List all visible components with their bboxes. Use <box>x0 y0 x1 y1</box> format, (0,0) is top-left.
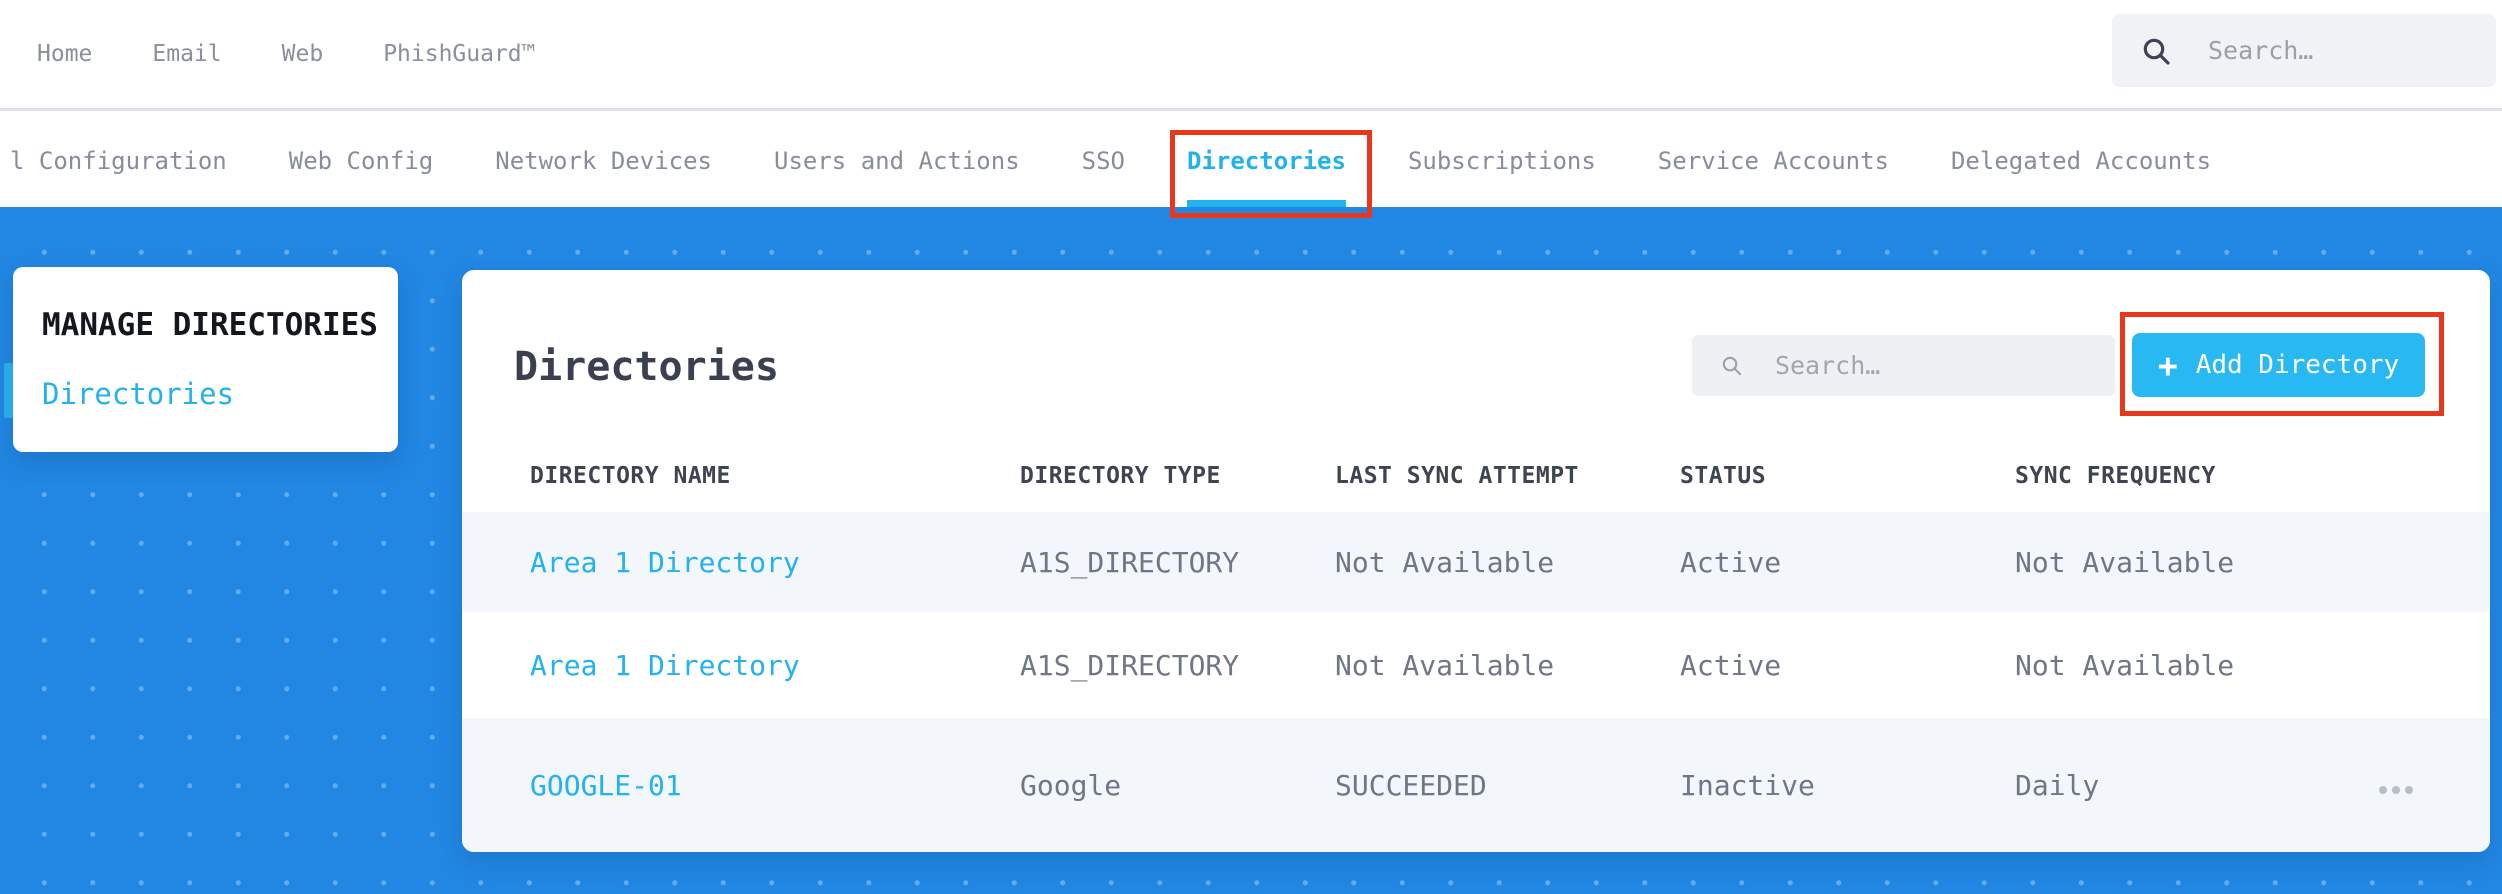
sync-frequency-cell: Not Available <box>2015 545 2235 579</box>
ellipsis-icon <box>2379 786 2387 794</box>
col-header-status: STATUS <box>1680 463 1767 489</box>
top-nav-links: Home Email Web PhishGuard™ <box>37 0 536 108</box>
status-cell: Active <box>1680 545 1782 579</box>
directories-search[interactable] <box>1692 335 2115 396</box>
app-window: Home Email Web PhishGuard™ l Configurati… <box>0 0 2502 894</box>
manage-directories-card: MANAGE DIRECTORIES Directories <box>4 267 398 452</box>
global-search-input[interactable] <box>2208 36 2468 65</box>
directory-name-link[interactable]: Area 1 Directory <box>530 546 1020 579</box>
top-nav: Home Email Web PhishGuard™ <box>0 0 2502 111</box>
last-sync-attempt-cell: Not Available <box>1335 648 1555 682</box>
tab-users-and-actions[interactable]: Users and Actions <box>774 114 1020 207</box>
ellipsis-icon <box>2405 786 2413 794</box>
sync-frequency-cell: Not Available <box>2015 648 2235 682</box>
col-header-last-sync-attempt: LAST SYNC ATTEMPT <box>1335 463 1579 489</box>
last-sync-attempt-cell: Not Available <box>1335 545 1555 579</box>
nav-item-email[interactable]: Email <box>152 41 221 67</box>
directory-type-cell: A1S_DIRECTORY <box>1020 545 1240 579</box>
panel-toolbar: Directories + Add Directory <box>462 270 2490 440</box>
table-header-row: DIRECTORY NAME DIRECTORY TYPE LAST SYNC … <box>462 440 2490 512</box>
col-header-sync-frequency: SYNC FREQUENCY <box>2015 463 2216 489</box>
tab-delegated-accounts[interactable]: Delegated Accounts <box>1951 114 2211 207</box>
nav-item-phishguard[interactable]: PhishGuard™ <box>383 41 535 67</box>
ellipsis-icon <box>2392 786 2400 794</box>
tab-network-devices[interactable]: Network Devices <box>495 114 712 207</box>
table-row: Area 1 Directory A1S_DIRECTORY Not Avail… <box>462 612 2490 718</box>
tab-email-configuration[interactable]: l Configuration <box>10 114 227 207</box>
sync-frequency-cell: Daily <box>2015 768 2100 802</box>
row-actions-cell <box>2375 768 2490 802</box>
nav-item-web[interactable]: Web <box>282 41 324 67</box>
add-directory-button[interactable]: + Add Directory <box>2132 333 2425 397</box>
tab-sso[interactable]: SSO <box>1082 114 1125 207</box>
tab-service-accounts[interactable]: Service Accounts <box>1658 114 1889 207</box>
directories-panel: Directories + Add Directory DIRECTORY NA… <box>462 270 2490 852</box>
tab-subscriptions[interactable]: Subscriptions <box>1408 114 1596 207</box>
directory-type-cell: Google <box>1020 768 1122 802</box>
card-title: MANAGE DIRECTORIES <box>42 307 378 343</box>
page-title: Directories <box>514 344 779 390</box>
col-header-directory-type: DIRECTORY TYPE <box>1020 463 1221 489</box>
tab-directories[interactable]: Directories <box>1187 114 1346 207</box>
table-row: GOOGLE-01 Google SUCCEEDED Inactive Dail… <box>462 718 2490 852</box>
table-row: Area 1 Directory A1S_DIRECTORY Not Avail… <box>462 512 2490 612</box>
tab-web-config[interactable]: Web Config <box>289 114 434 207</box>
content-area: MANAGE DIRECTORIES Directories Directori… <box>0 207 2502 894</box>
last-sync-attempt-cell: SUCCEEDED <box>1335 768 1487 802</box>
directory-name-link[interactable]: GOOGLE-01 <box>530 769 1020 802</box>
search-icon <box>2143 38 2170 65</box>
col-header-directory-name: DIRECTORY NAME <box>530 463 731 489</box>
active-item-indicator <box>4 363 13 418</box>
search-icon <box>1722 356 1742 376</box>
plus-icon: + <box>2157 345 2178 385</box>
row-actions-menu[interactable] <box>2375 778 2417 802</box>
sidebar-item-directories[interactable]: Directories <box>42 377 234 411</box>
status-cell: Inactive <box>1680 768 1815 802</box>
directory-type-cell: A1S_DIRECTORY <box>1020 648 1240 682</box>
add-directory-label: Add Directory <box>2195 350 2400 380</box>
directories-search-input[interactable] <box>1774 351 2087 380</box>
nav-item-home[interactable]: Home <box>37 41 92 67</box>
global-search[interactable] <box>2112 14 2496 87</box>
status-cell: Active <box>1680 648 1782 682</box>
section-tabs: l Configuration Web Config Network Devic… <box>0 114 2502 207</box>
directory-name-link[interactable]: Area 1 Directory <box>530 649 1020 682</box>
